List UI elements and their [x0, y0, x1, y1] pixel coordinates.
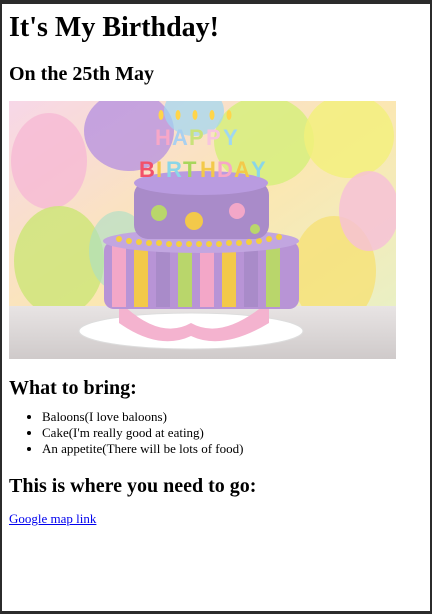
svg-text:A: A	[234, 157, 250, 182]
date-heading: On the 25th May	[9, 63, 154, 85]
svg-text:D: D	[217, 157, 233, 182]
svg-text:B: B	[139, 157, 155, 182]
list-item: Baloons(I love baloons)	[42, 409, 419, 425]
page-content: It's My Birthday! On the 25th May H A P …	[9, 4, 419, 528]
svg-text:P: P	[206, 125, 221, 150]
svg-text:H: H	[155, 125, 171, 150]
svg-text:Y: Y	[223, 125, 238, 150]
where-to-go-heading: This is where you need to go:	[9, 475, 257, 497]
svg-text:T: T	[183, 157, 197, 182]
what-to-bring-heading: What to bring:	[9, 377, 137, 399]
list-item: Cake(I'm really good at eating)	[42, 425, 419, 441]
page-title: It's My Birthday!	[9, 12, 219, 43]
svg-text:R: R	[166, 157, 182, 182]
svg-text:Y: Y	[251, 157, 266, 182]
bring-list: Baloons(I love baloons) Cake(I'm really …	[9, 409, 419, 457]
svg-text:H: H	[200, 157, 216, 182]
svg-text:A: A	[172, 125, 188, 150]
svg-text:I: I	[156, 157, 162, 182]
birthday-cake-image: H A P P Y B I R T H D A Y	[9, 101, 396, 359]
svg-text:P: P	[189, 125, 204, 150]
list-item: An appetite(There will be lots of food)	[42, 441, 419, 457]
google-map-link[interactable]: Google map link	[9, 511, 96, 527]
